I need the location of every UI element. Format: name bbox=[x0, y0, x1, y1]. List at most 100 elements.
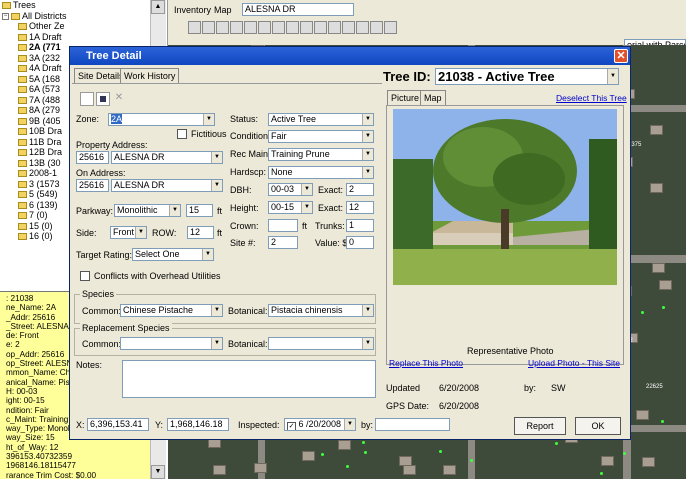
tool-icon[interactable] bbox=[258, 21, 271, 34]
replacement-botanical-select[interactable]: ▼ bbox=[268, 337, 374, 350]
botanical-species-select[interactable]: Pistacia chinensis ▼ bbox=[268, 304, 374, 317]
address-search-input[interactable]: ALESNA DR bbox=[242, 3, 354, 16]
tree-root[interactable]: − All Districts bbox=[0, 11, 167, 22]
map-house bbox=[601, 456, 614, 466]
chevron-down-icon: ▼ bbox=[169, 205, 180, 216]
on-street-select[interactable]: ALESNA DR ▼ bbox=[111, 179, 223, 192]
tree-point-marker[interactable] bbox=[641, 311, 644, 314]
tree-point-marker[interactable] bbox=[364, 451, 367, 454]
upload-photo-link[interactable]: Upload Photo - This Site bbox=[528, 358, 620, 368]
rec-maint-select[interactable]: Training Prune ▼ bbox=[268, 148, 374, 161]
tool-icon[interactable] bbox=[370, 21, 383, 34]
tool-icon[interactable] bbox=[286, 21, 299, 34]
tab-picture[interactable]: Picture bbox=[387, 90, 424, 105]
map-house bbox=[659, 280, 672, 290]
new-icon[interactable] bbox=[80, 92, 94, 106]
crown-field[interactable] bbox=[268, 219, 298, 232]
inspected-by-field[interactable] bbox=[375, 418, 450, 431]
y-coordinate-field[interactable]: 1,968,146.18 bbox=[167, 418, 229, 431]
inspected-checkbox[interactable]: ✓ bbox=[287, 422, 296, 430]
deselect-tree-link[interactable]: Deselect This Tree bbox=[556, 93, 627, 103]
tree-point-marker[interactable] bbox=[362, 441, 365, 444]
scroll-up-icon[interactable]: ▲ bbox=[151, 0, 165, 14]
tool-icon[interactable] bbox=[244, 21, 257, 34]
replace-photo-link[interactable]: Replace This Photo bbox=[389, 358, 463, 368]
delete-icon[interactable]: ✕ bbox=[112, 92, 126, 106]
height-value: 00-15 bbox=[271, 202, 295, 212]
tree-point-marker[interactable] bbox=[662, 306, 665, 309]
tool-icon[interactable] bbox=[384, 21, 397, 34]
tree-header[interactable]: Trees bbox=[0, 0, 167, 11]
folder-icon bbox=[18, 107, 27, 115]
side-select[interactable]: Front ▼ bbox=[110, 226, 147, 239]
conflicts-checkbox[interactable] bbox=[80, 271, 90, 281]
map-tab[interactable]: Map bbox=[214, 5, 232, 15]
value-field[interactable]: 0 bbox=[346, 236, 374, 249]
map-house bbox=[636, 410, 649, 420]
collapse-icon[interactable]: − bbox=[2, 12, 9, 20]
tree-point-marker[interactable] bbox=[555, 442, 558, 445]
row-field[interactable]: 12 bbox=[187, 226, 214, 239]
report-button[interactable]: Report bbox=[514, 417, 566, 435]
hardscape-value: None bbox=[271, 167, 293, 177]
save-icon[interactable] bbox=[96, 92, 110, 106]
tree-id-select[interactable]: 21038 - Active Tree ▼ bbox=[435, 68, 619, 85]
tool-icon[interactable] bbox=[300, 21, 313, 34]
parkway-select[interactable]: Monolithic ▼ bbox=[114, 204, 181, 217]
tree-item-label: 10B Dra bbox=[29, 126, 63, 136]
side-label: Side: bbox=[76, 228, 97, 238]
inspected-date-picker[interactable]: ✓ 6 /20/2008 ▼ bbox=[284, 418, 356, 431]
hardscape-select[interactable]: None ▼ bbox=[268, 166, 374, 179]
tool-icon[interactable] bbox=[230, 21, 243, 34]
property-street-select[interactable]: ALESNA DR ▼ bbox=[111, 151, 223, 164]
inventory-tab[interactable]: Inventory bbox=[174, 5, 211, 15]
scroll-down-icon[interactable]: ▼ bbox=[151, 465, 165, 479]
tree-point-marker[interactable] bbox=[470, 459, 473, 462]
tree-point-marker[interactable] bbox=[439, 450, 442, 453]
tree-point-marker[interactable] bbox=[600, 472, 603, 475]
dbh-exact-field[interactable]: 2 bbox=[346, 183, 374, 196]
tool-icon[interactable] bbox=[328, 21, 341, 34]
dialog-titlebar[interactable]: Tree Detail ✕ bbox=[70, 47, 630, 65]
tool-icon[interactable] bbox=[188, 21, 201, 34]
close-icon[interactable]: ✕ bbox=[614, 49, 628, 63]
x-coordinate-field[interactable]: 6,396,153.41 bbox=[87, 418, 149, 431]
dbh-select[interactable]: 00-03 ▼ bbox=[268, 183, 313, 196]
tree-point-marker[interactable] bbox=[321, 453, 324, 456]
tool-icon[interactable] bbox=[202, 21, 215, 34]
trunks-field[interactable]: 1 bbox=[346, 219, 374, 232]
tree-item-label: 9B (405 bbox=[29, 115, 61, 126]
parkway-size-field[interactable]: 15 bbox=[186, 204, 213, 217]
notes-textarea[interactable] bbox=[122, 360, 376, 398]
tree-point-marker[interactable] bbox=[623, 452, 626, 455]
tree-point-marker[interactable] bbox=[346, 465, 349, 468]
tree-point-marker[interactable] bbox=[661, 420, 664, 423]
trunks-label: Trunks: bbox=[315, 221, 345, 231]
ok-button[interactable]: OK bbox=[575, 417, 621, 435]
tree-item[interactable]: Other Ze bbox=[0, 21, 167, 32]
height-exact-field[interactable]: 12 bbox=[346, 201, 374, 214]
tool-icon[interactable] bbox=[216, 21, 229, 34]
height-select[interactable]: 00-15 ▼ bbox=[268, 201, 313, 214]
status-select[interactable]: Active Tree ▼ bbox=[268, 113, 374, 126]
tree-photo-image bbox=[393, 109, 617, 285]
tool-icon[interactable] bbox=[272, 21, 285, 34]
condition-select[interactable]: Fair ▼ bbox=[268, 130, 374, 143]
property-number-field[interactable]: 25616 bbox=[76, 151, 109, 164]
target-rating-select[interactable]: Select One ▼ bbox=[132, 248, 214, 261]
tool-icon[interactable] bbox=[342, 21, 355, 34]
fictitious-checkbox[interactable] bbox=[177, 129, 187, 139]
tab-work-history[interactable]: Work History bbox=[120, 68, 180, 83]
common-species-select[interactable]: Chinese Pistache ▼ bbox=[120, 304, 223, 317]
replacement-common-select[interactable]: ▼ bbox=[120, 337, 223, 350]
on-number-field[interactable]: 25616 bbox=[76, 179, 109, 192]
site-field[interactable]: 2 bbox=[268, 236, 298, 249]
tool-icon[interactable] bbox=[314, 21, 327, 34]
row-label: ROW: bbox=[152, 228, 177, 238]
tool-icon[interactable] bbox=[356, 21, 369, 34]
conflicts-label: Conflicts with Overhead Utilities bbox=[94, 271, 221, 281]
zone-select[interactable]: 2A ▼ bbox=[108, 113, 215, 126]
tab-map[interactable]: Map bbox=[420, 90, 446, 105]
x-label: X: bbox=[76, 420, 85, 430]
tree-item[interactable]: 1A Draft bbox=[0, 32, 167, 43]
